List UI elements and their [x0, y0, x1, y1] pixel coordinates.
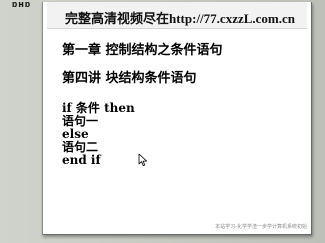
lesson-title: 第四讲 块结构条件语句: [62, 71, 197, 86]
desktop: ɒʜɒ 完整高清视频尽在http://77.cxzzL.com.cn 第一章 控…: [0, 0, 325, 243]
promo-url-text: 完整高清视频尽在http://77.cxzzL.com.cn: [65, 11, 296, 26]
code-block: if 条件 then 语句一 else 语句二 end if: [62, 102, 302, 167]
code-line-end-if: end if: [62, 153, 101, 167]
code-line-statement-1: 语句一: [62, 114, 99, 128]
footer-watermark-text: 本站学习-化学学渣一步学计算机系统初始: [215, 224, 307, 230]
desktop-text: ɒʜɒ: [12, 0, 32, 10]
chapter-title: 第一章 控制结构之条件语句: [62, 43, 223, 58]
slide-content: 第一章 控制结构之条件语句 第四讲 块结构条件语句 if 条件 then 语句一…: [62, 42, 302, 167]
code-line-else: else: [62, 127, 89, 141]
video-window: 完整高清视频尽在http://77.cxzzL.com.cn 第一章 控制结构之…: [42, 2, 312, 235]
promo-banner: 完整高清视频尽在http://77.cxzzL.com.cn: [47, 2, 307, 29]
code-line-if: if 条件 then: [62, 101, 135, 115]
mouse-pointer-icon: [138, 153, 147, 166]
